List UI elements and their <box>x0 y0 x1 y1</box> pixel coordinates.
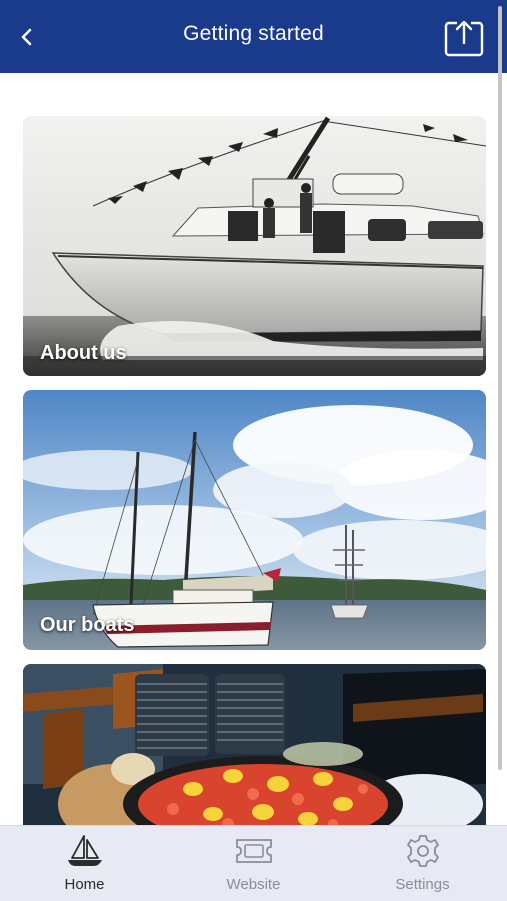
tab-website-label: Website <box>226 876 281 893</box>
content-area: About us Our boats <box>0 73 498 825</box>
card-label-about-us: About us <box>40 342 127 364</box>
food-photo <box>23 664 486 825</box>
tab-home[interactable]: Home <box>0 826 169 901</box>
bottom-tab-bar: Home Website Settings <box>0 825 507 901</box>
sailboats-photo <box>23 390 486 650</box>
tab-settings[interactable]: Settings <box>338 826 507 901</box>
tab-website[interactable]: Website <box>169 826 338 901</box>
scrollbar[interactable] <box>498 6 502 770</box>
ticket-icon <box>236 839 272 863</box>
tab-settings-label: Settings <box>395 876 450 893</box>
share-icon <box>444 19 484 57</box>
card-food[interactable] <box>23 664 486 825</box>
share-button[interactable] <box>443 16 485 58</box>
vintage-boat-photo <box>23 116 486 376</box>
gear-icon <box>407 835 439 867</box>
card-our-boats[interactable]: Our boats <box>23 390 486 650</box>
page-title: Getting started <box>183 22 324 45</box>
app-header: Getting started <box>0 0 507 73</box>
card-label-our-boats: Our boats <box>40 614 135 636</box>
tab-home-label: Home <box>64 876 105 893</box>
sailboat-icon <box>68 835 102 866</box>
card-about-us[interactable]: About us <box>23 116 486 376</box>
